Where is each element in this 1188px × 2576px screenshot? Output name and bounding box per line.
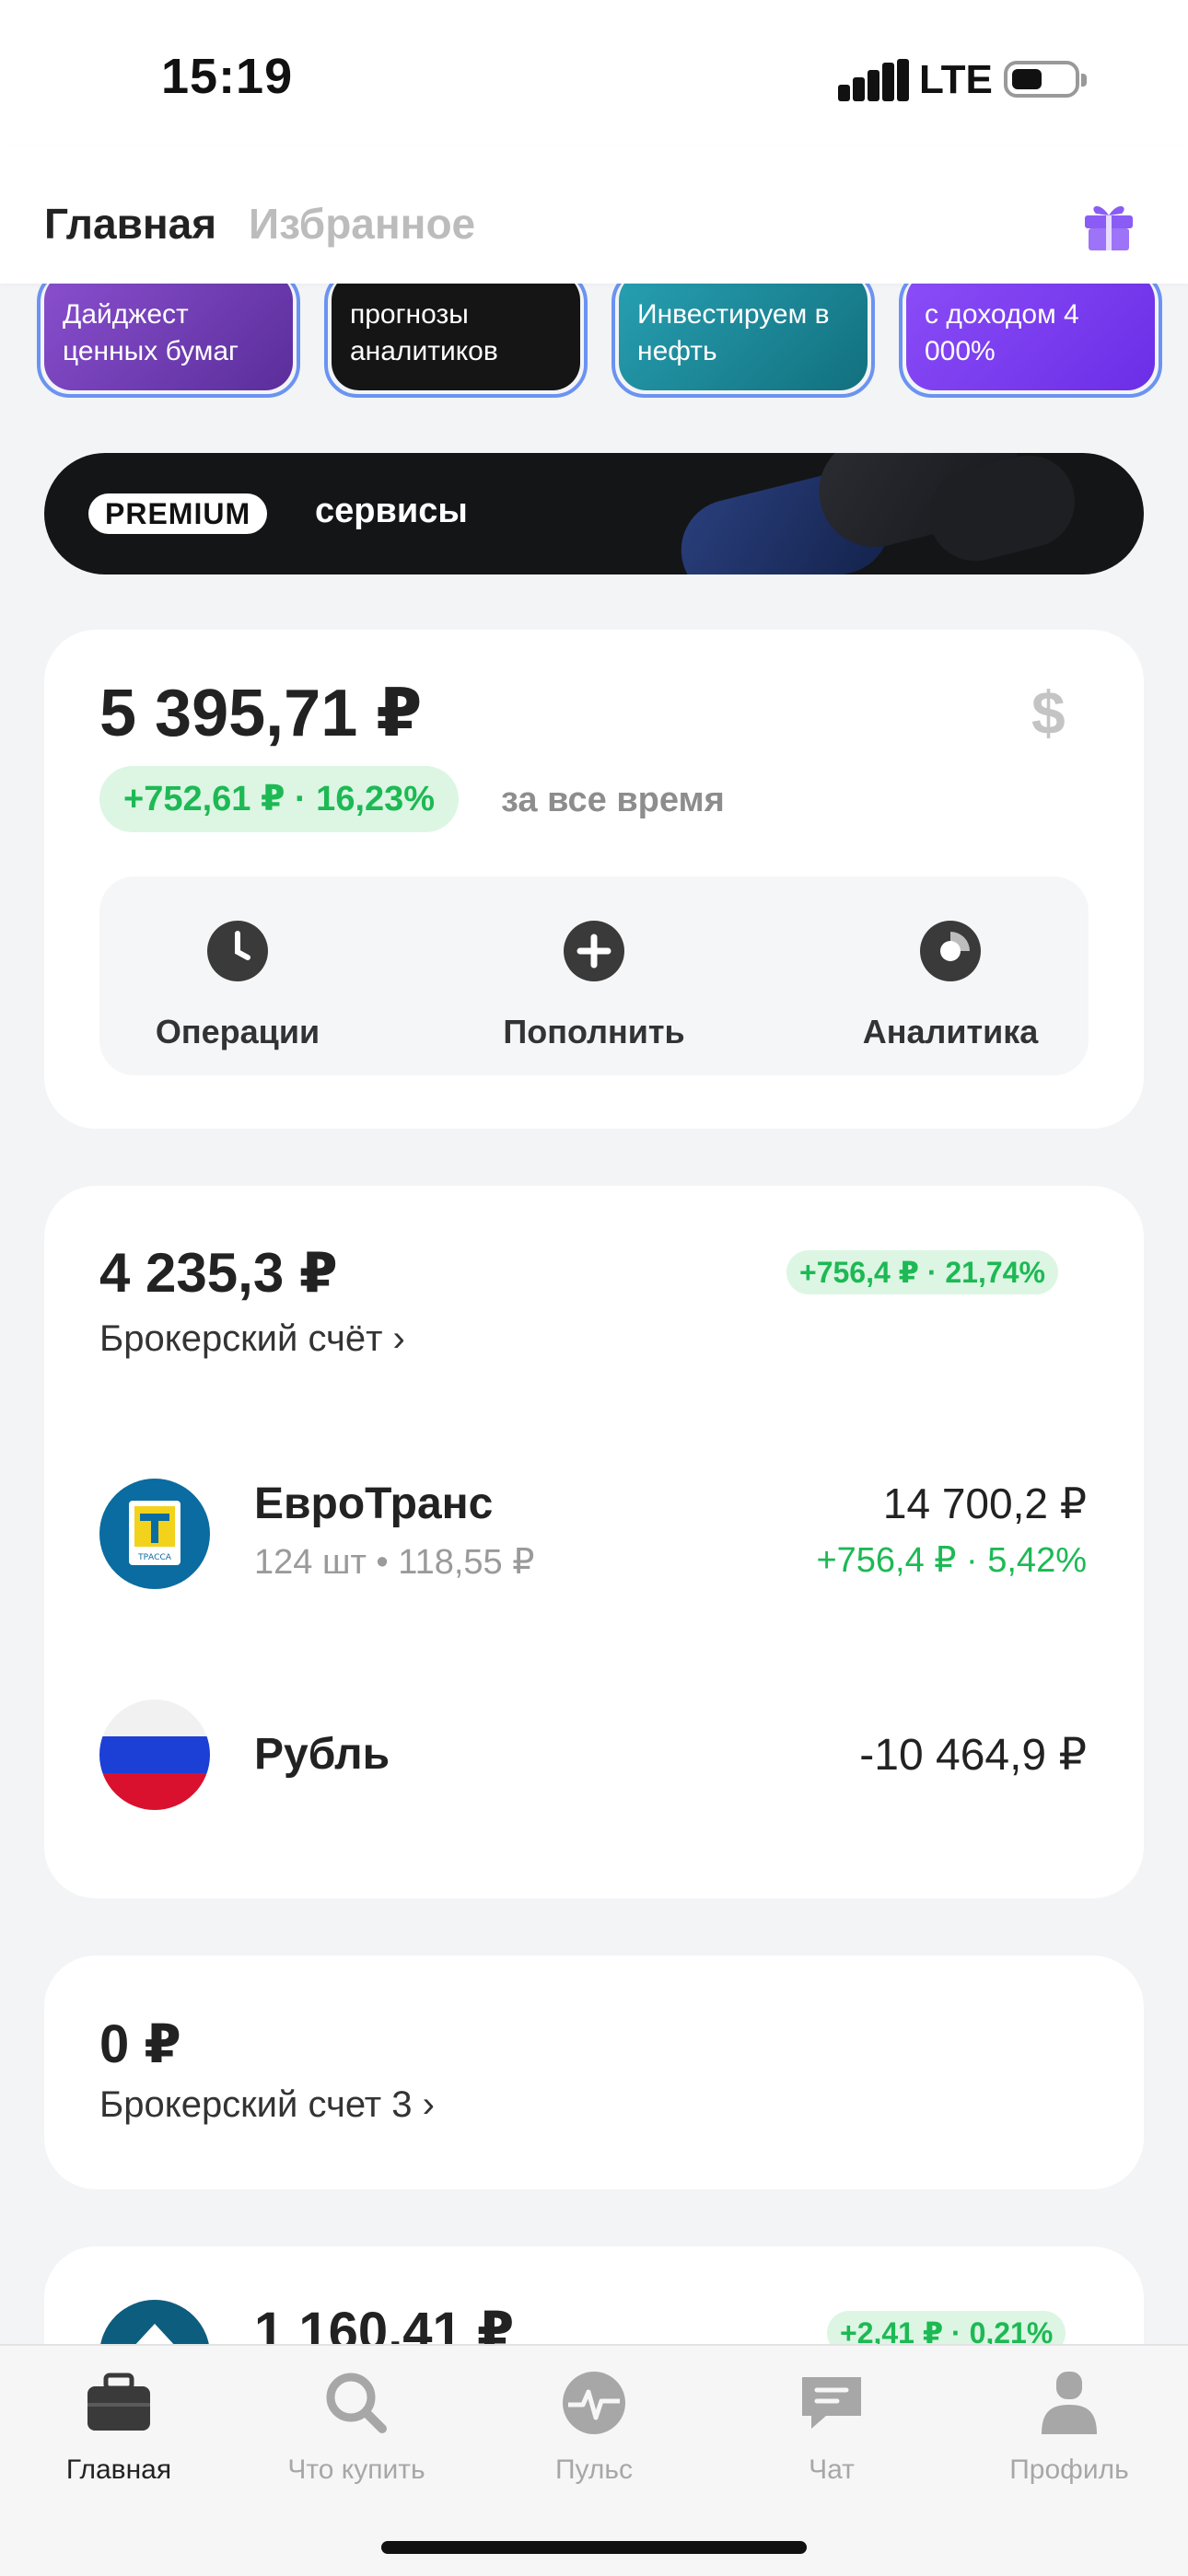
eurotrans-logo: ТРАССА <box>99 1479 210 1589</box>
tab-what-to-buy[interactable]: Что купить <box>238 2366 475 2486</box>
position-value: 14 700,2 ₽ <box>882 1479 1087 1527</box>
pulse-icon <box>563 2372 625 2434</box>
account-total: 4 235,3 ₽ <box>99 1242 338 1304</box>
position-name[interactable]: Рубль <box>254 1729 390 1780</box>
signal-icon <box>838 59 909 101</box>
story-text: прогнозы аналитиков <box>350 299 498 366</box>
account-name-link[interactable]: Брокерский счет 3 › <box>99 2084 435 2126</box>
logo-text: ТРАССА <box>137 1553 172 1562</box>
action-label: Операции <box>155 1013 320 1050</box>
portfolio-total: 5 395,71 ₽ <box>99 677 423 750</box>
tab-main[interactable]: Главная <box>44 199 216 249</box>
tab-label: Профиль <box>1009 2454 1129 2485</box>
tab-favorites[interactable]: Избранное <box>249 199 475 249</box>
account-total: 0 ₽ <box>99 2014 181 2074</box>
pie-icon <box>920 921 981 981</box>
story-text: Дайджест ценных бумаг <box>63 299 239 366</box>
story-card-oil[interactable]: Инвестируем в нефть <box>611 269 875 398</box>
currency-switch-icon[interactable]: $ <box>1031 678 1066 748</box>
home-indicator[interactable] <box>381 2541 807 2554</box>
profile-icon <box>1042 2372 1097 2434</box>
tab-label: Главная <box>65 2454 172 2485</box>
story-card-income[interactable]: с доходом 4 000% <box>899 269 1162 398</box>
tab-pulse[interactable]: Пульс <box>475 2366 713 2486</box>
gain-period-label: за все время <box>501 781 725 819</box>
plus-icon <box>564 921 624 981</box>
tab-label: Что купить <box>287 2454 425 2485</box>
search-icon <box>326 2373 387 2433</box>
status-time: 15:19 <box>161 49 294 104</box>
story-text: с доходом 4 000% <box>925 299 1079 366</box>
broker-account-3-card[interactable] <box>44 1955 1144 2189</box>
network-label: LTE <box>919 57 993 102</box>
tab-chat[interactable]: Чат <box>713 2366 950 2486</box>
action-label: Аналитика <box>862 1013 1039 1050</box>
story-text: Инвестируем в нефть <box>637 299 830 366</box>
story-card-digest[interactable]: Дайджест ценных бумаг <box>37 269 300 398</box>
position-name[interactable]: ЕвроТранс <box>254 1479 493 1529</box>
action-label: Пополнить <box>503 1013 685 1050</box>
russia-flag-icon <box>99 1700 210 1810</box>
story-card-forecasts[interactable]: прогнозы аналитиков <box>324 269 588 398</box>
position-quantity: 124 шт • 118,55 ₽ <box>254 1543 535 1582</box>
premium-banner[interactable]: PREMIUM сервисы <box>44 453 1144 574</box>
chat-icon <box>802 2377 861 2429</box>
tab-profile[interactable]: Профиль <box>950 2366 1188 2486</box>
premium-badge: PREMIUM <box>88 493 268 534</box>
briefcase-icon <box>87 2373 150 2431</box>
analytics-button[interactable]: Аналитика <box>812 921 1089 1051</box>
account-name-link[interactable]: Брокерский счёт › <box>99 1318 405 1360</box>
clock-icon <box>207 921 268 981</box>
account-gain-badge: +756,4 ₽ · 21,74% <box>786 1250 1058 1294</box>
position-gain: +756,4 ₽ · 5,42% <box>816 1541 1087 1580</box>
tab-home[interactable]: Главная <box>0 2366 238 2486</box>
battery-icon <box>1004 61 1087 98</box>
premium-label: сервисы <box>315 492 468 530</box>
quick-actions: Операции Пополнить Аналитика <box>99 876 1089 1075</box>
top-up-button[interactable]: Пополнить <box>456 921 732 1051</box>
gift-icon[interactable] <box>1079 195 1138 254</box>
operations-button[interactable]: Операции <box>99 921 376 1051</box>
tab-label: Чат <box>809 2454 855 2485</box>
tab-label: Пульс <box>554 2454 634 2485</box>
position-value: -10 464,9 ₽ <box>859 1731 1087 1780</box>
portfolio-gain-badge: +752,61 ₽ · 16,23% <box>99 766 460 832</box>
